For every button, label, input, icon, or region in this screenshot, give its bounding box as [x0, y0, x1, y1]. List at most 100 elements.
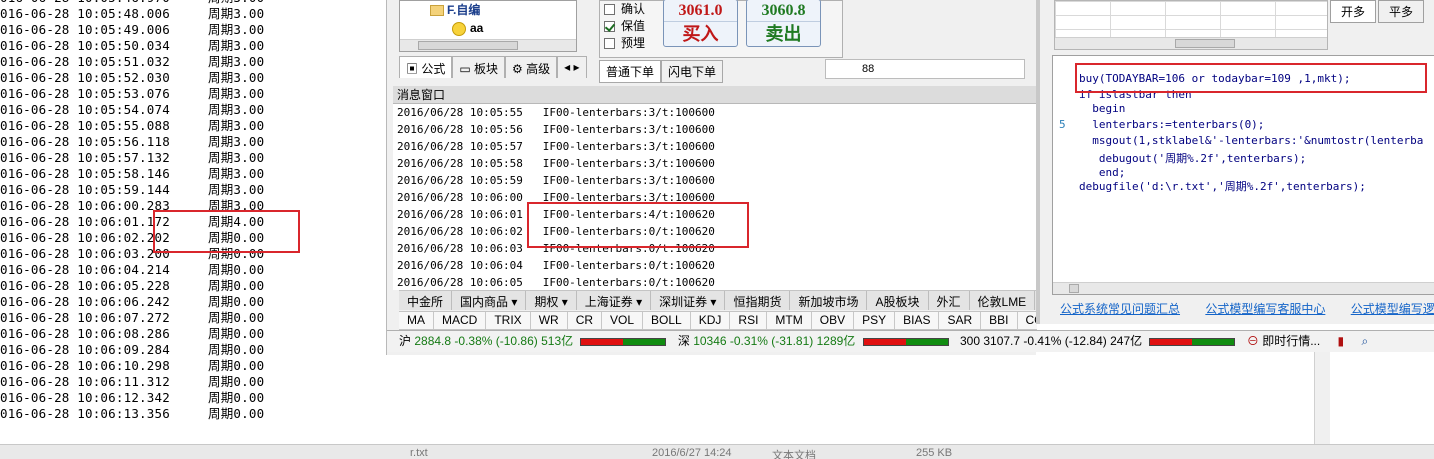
- tab-normal-order[interactable]: 普通下单: [599, 60, 662, 83]
- code-editor[interactable]: 5 buy(TODAYBAR=106 or todaybar=109 ,1,mk…: [1052, 55, 1434, 295]
- indicator-button[interactable]: OBV: [812, 312, 855, 329]
- indicator-button[interactable]: BOLL: [643, 312, 691, 329]
- log-value: 周期0.00: [208, 406, 265, 421]
- log-timestamp: 016-06-28 10:05:52.030: [0, 70, 170, 85]
- code-line[interactable]: msgout(1,stklabel&'-lenterbars:'&numtost…: [1079, 134, 1423, 147]
- cylinder-icon[interactable]: ▮: [1338, 334, 1345, 348]
- indicator-button[interactable]: BBI: [981, 312, 1018, 329]
- log-row: 016-06-28 10:05:58.146 周期3.00: [0, 166, 386, 182]
- tree-item-aa[interactable]: aa: [400, 19, 576, 37]
- market-tab[interactable]: 新加坡市场: [790, 291, 868, 310]
- indicator-button[interactable]: CCI: [1018, 312, 1038, 329]
- code-line[interactable]: debugfile('d:\r.txt','周期%.2f',tenterbars…: [1079, 178, 1366, 194]
- log-row: 016-06-28 10:06:06.242 周期0.00: [0, 294, 386, 310]
- keep-checkbox[interactable]: 保值: [604, 18, 645, 35]
- confirm-checkbox[interactable]: 确认: [604, 1, 645, 18]
- log-value: 周期3.00: [208, 134, 265, 149]
- indicator-button[interactable]: CR: [568, 312, 603, 329]
- message-row: 2016/06/28 10:06:05 IF00-lenterbars:0/t:…: [397, 276, 715, 289]
- log-value: 周期0.00: [208, 278, 265, 293]
- param-grid[interactable]: [1054, 0, 1328, 50]
- indicator-button[interactable]: MACD: [434, 312, 487, 329]
- editor-gutter: [1053, 56, 1077, 294]
- market-tab[interactable]: 期权 ▾: [526, 291, 577, 310]
- indicator-button[interactable]: TRIX: [486, 312, 531, 329]
- market-tab[interactable]: 中金所: [399, 291, 453, 310]
- log-timestamp: 016-06-28 10:05:57.132: [0, 150, 170, 165]
- log-value: 周期0.00: [208, 326, 265, 341]
- message-row: 2016/06/28 10:05:58 IF00-lenterbars:3/t:…: [397, 157, 715, 170]
- log-timestamp: 016-06-28 10:05:51.032: [0, 54, 170, 69]
- debug-log-pane: 016-06-28 10:05:46.970周期3.00016-06-28 10…: [0, 0, 386, 435]
- log-row: 016-06-28 10:05:51.032 周期3.00: [0, 54, 386, 70]
- tab-scroll-arrows[interactable]: ◂ ▸: [557, 56, 587, 78]
- log-timestamp: 016-06-28 10:05:54.074: [0, 102, 170, 117]
- tab-formula[interactable]: ▣ 公式: [399, 56, 453, 78]
- search-icon[interactable]: ⌕: [1362, 334, 1369, 348]
- log-timestamp: 016-06-28 10:05:58.146: [0, 166, 170, 181]
- preorder-checkbox[interactable]: 预埋: [604, 35, 645, 52]
- tab-open-long[interactable]: 开多: [1330, 0, 1377, 23]
- message-window: 2016/06/28 10:05:55 IF00-lenterbars:3/t:…: [393, 104, 1037, 290]
- indicator-button[interactable]: VOL: [602, 312, 644, 329]
- tab-flash-order[interactable]: 闪电下单: [661, 60, 724, 83]
- tree-hscroll[interactable]: [400, 39, 576, 51]
- indicator-button[interactable]: PSY: [854, 312, 896, 329]
- market-tab[interactable]: 上海证券 ▾: [577, 291, 652, 310]
- indicator-button[interactable]: RSI: [730, 312, 768, 329]
- sh-index: 2884.8 -0.38% (-10.86) 513亿: [414, 334, 574, 348]
- log-timestamp: 016-06-28 10:05:49.006: [0, 22, 170, 37]
- i300-label: 300: [959, 334, 981, 348]
- message-row: 2016/06/28 10:05:59 IF00-lenterbars:3/t:…: [397, 174, 715, 187]
- highlight-box-right: [1075, 63, 1427, 93]
- realtime-quotes[interactable]: 即时行情...: [1262, 334, 1320, 348]
- log-value: 周期3.00: [208, 118, 265, 133]
- tab-close-long[interactable]: 平多: [1378, 0, 1425, 23]
- log-row: 016-06-28 10:05:57.132 周期3.00: [0, 150, 386, 166]
- file-name[interactable]: r.txt: [410, 447, 428, 459]
- code-line[interactable]: debugout('周期%.2f',tenterbars);: [1079, 150, 1306, 166]
- sell-button[interactable]: 3060.8 卖出: [746, 0, 821, 47]
- indicator-button[interactable]: MA: [399, 312, 434, 329]
- market-tab[interactable]: 国内商品 ▾: [452, 291, 527, 310]
- log-row: 016-06-28 10:06:13.356 周期0.00: [0, 406, 386, 422]
- tree-folder[interactable]: F.自编: [400, 1, 576, 19]
- log-value: 周期3.00: [208, 0, 264, 5]
- formula-tree[interactable]: F.自编 aa: [399, 0, 577, 52]
- market-tab[interactable]: 伦敦LME: [970, 291, 1036, 310]
- code-line[interactable]: begin: [1079, 102, 1125, 115]
- line-number: 5: [1059, 118, 1066, 131]
- indicator-button[interactable]: MTM: [767, 312, 812, 329]
- code-line[interactable]: lenterbars:=tenterbars(0);: [1079, 118, 1264, 131]
- editor-hscroll[interactable]: [1053, 282, 1434, 294]
- market-tab[interactable]: 深圳证券 ▾: [651, 291, 726, 310]
- indicator-bar: MA MACD TRIX WR CR VOL BOLL KDJ RSI MTM OBV PSY BIAS…: [399, 311, 1037, 330]
- grid-hscroll[interactable]: [1055, 37, 1327, 49]
- market-tab[interactable]: A股板块: [867, 291, 929, 310]
- log-row: 016-06-28 10:06:04.214 周期0.00: [0, 262, 386, 278]
- tab-advanced[interactable]: ⚙ 高级: [505, 56, 558, 78]
- folder-icon: [430, 5, 444, 17]
- link-support[interactable]: 公式模型编写客服中心: [1205, 302, 1325, 316]
- log-row: 016-06-28 10:05:59.144 周期3.00: [0, 182, 386, 198]
- trade-tabs: 开多 平多: [1330, 0, 1426, 23]
- indicator-button[interactable]: KDJ: [691, 312, 731, 329]
- log-value: 周期3.00: [208, 22, 265, 37]
- order-panel: 确认 保值 预埋 3061.0 买入 3060.8 卖出: [599, 0, 843, 58]
- log-row: 016-06-28 10:06:08.286 周期0.00: [0, 326, 386, 342]
- link-faq[interactable]: 公式系统常见问题汇总: [1060, 302, 1180, 316]
- indicator-button[interactable]: BIAS: [895, 312, 940, 329]
- log-value: 周期0.00: [208, 342, 265, 357]
- buy-button[interactable]: 3061.0 买入: [663, 0, 738, 47]
- number-field[interactable]: 88: [825, 59, 1025, 79]
- indicator-button[interactable]: SAR: [939, 312, 982, 329]
- tab-block[interactable]: ▭ 板块: [452, 56, 506, 78]
- link-writing[interactable]: 公式模型编写逻: [1351, 302, 1434, 316]
- market-tab[interactable]: 恒指期货: [725, 291, 791, 310]
- vertical-scrollbar[interactable]: [1314, 352, 1330, 444]
- log-row: 016-06-28 10:06:09.284 周期0.00: [0, 342, 386, 358]
- market-tab[interactable]: 外汇: [929, 291, 970, 310]
- log-timestamp: 016-06-28 10:06:08.286: [0, 326, 170, 341]
- log-row: 016-06-28 10:06:07.272 周期0.00: [0, 310, 386, 326]
- indicator-button[interactable]: WR: [531, 312, 568, 329]
